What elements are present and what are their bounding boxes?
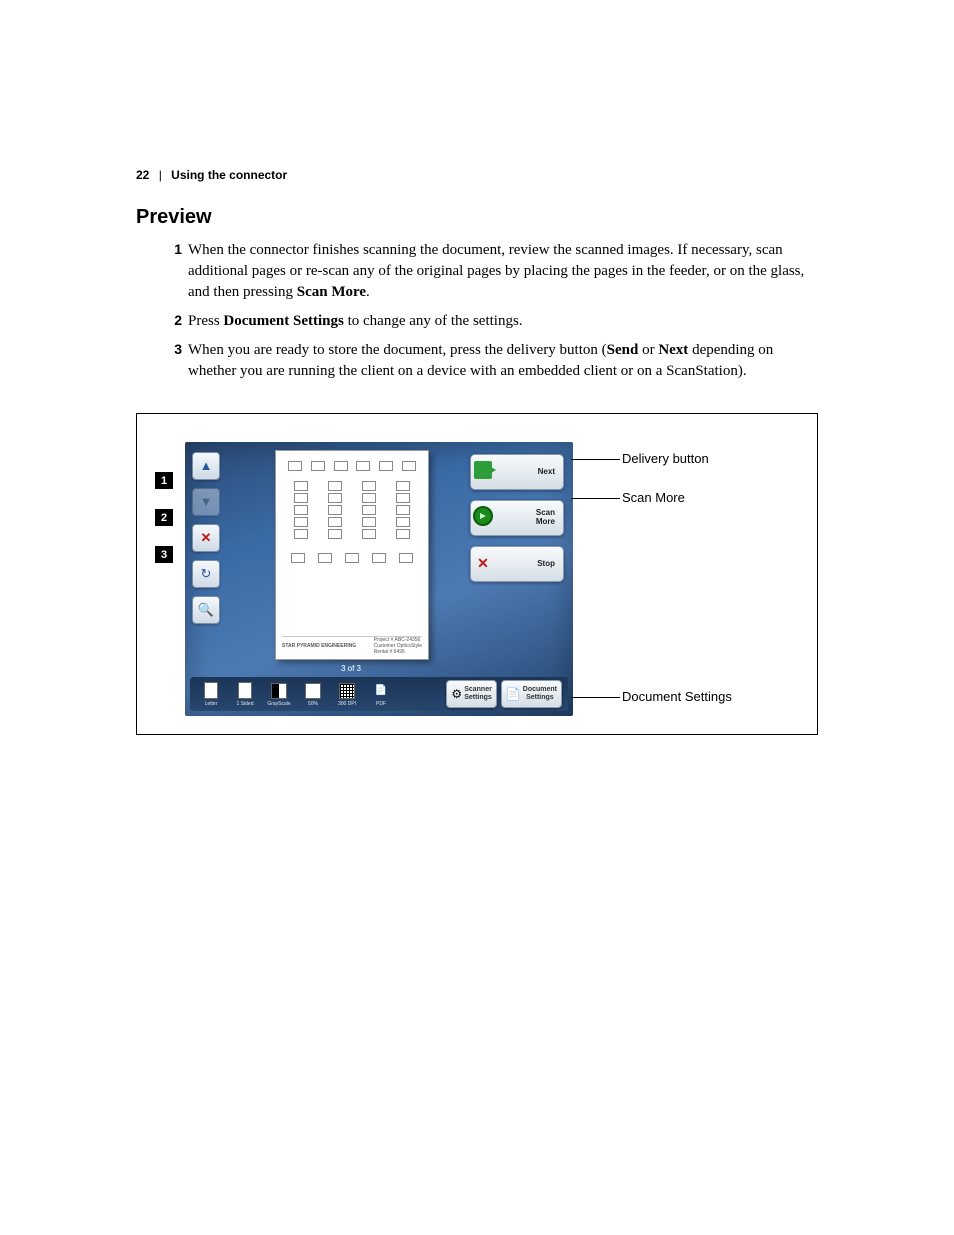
callout-delivery: Delivery button xyxy=(622,451,709,466)
scroll-up-button[interactable]: ▲ xyxy=(192,452,220,480)
document-icon: 📄 xyxy=(506,687,521,702)
floorplan-graphic xyxy=(284,459,420,631)
status-bar: Letter 1 Sided GrayScale 50% 300 DPI 📄 P… xyxy=(190,677,568,711)
callout-line-delivery xyxy=(571,459,620,460)
step-3-num: 3 xyxy=(160,340,188,382)
next-icon xyxy=(471,461,495,484)
scanner-settings-label: Scanner Settings xyxy=(464,686,492,701)
section-title: Preview xyxy=(136,206,212,229)
rotate-button[interactable]: ↻ xyxy=(192,560,220,588)
zoom-button[interactable]: 🔍 xyxy=(192,596,220,624)
callout-marker-2: 2 xyxy=(155,509,173,526)
scanner-icon: ⚙ xyxy=(451,687,462,702)
action-buttons: Next Scan More ✕ Stop xyxy=(470,454,566,592)
scanned-page-preview[interactable]: STAR PYRAMID ENGINEERING Project # ABC-2… xyxy=(275,450,429,660)
status-scale: 50% xyxy=(296,682,330,707)
header-separator: | xyxy=(159,168,162,182)
step-1-text: When the connector finishes scanning the… xyxy=(188,240,820,303)
page-number: 22 xyxy=(136,168,149,182)
page-header: 22 | Using the connector xyxy=(136,168,287,182)
callout-marker-3: 3 xyxy=(155,546,173,563)
page-counter: 3 of 3 xyxy=(275,664,427,673)
status-format: 📄 PDF xyxy=(364,682,398,707)
scroll-down-button[interactable]: ▼ xyxy=(192,488,220,516)
step-2: 2 Press Document Settings to change any … xyxy=(160,311,820,332)
step-3: 3 When you are ready to store the docume… xyxy=(160,340,820,382)
step-2-text: Press Document Settings to change any of… xyxy=(188,311,820,332)
delete-page-button[interactable]: ✕ xyxy=(192,524,220,552)
doc-company: STAR PYRAMID ENGINEERING xyxy=(282,643,356,649)
step-1-num: 1 xyxy=(160,240,188,303)
preview-tool-column: ▲ ▼ ✕ ↻ 🔍 xyxy=(192,452,220,632)
scan-more-label: Scan More xyxy=(495,509,563,527)
stop-icon: ✕ xyxy=(471,556,495,573)
next-button[interactable]: Next xyxy=(470,454,564,490)
status-color: GrayScale xyxy=(262,682,296,707)
next-label: Next xyxy=(495,468,563,477)
device-screen: ▲ ▼ ✕ ↻ 🔍 STAR PYRAMID ENGINEERING Proje… xyxy=(185,442,573,716)
steps-list: 1 When the connector finishes scanning t… xyxy=(160,240,820,390)
status-paper-size: Letter xyxy=(194,682,228,707)
step-2-num: 2 xyxy=(160,311,188,332)
callout-line-scanmore xyxy=(571,498,620,499)
callout-line-docsettings xyxy=(571,697,620,698)
scan-more-button[interactable]: Scan More xyxy=(470,500,564,536)
document-settings-label: Document Settings xyxy=(523,686,557,701)
figure-callout-markers: 1 2 3 xyxy=(155,472,173,583)
callout-scanmore: Scan More xyxy=(622,490,685,505)
stop-label: Stop xyxy=(495,560,563,569)
doc-footer: STAR PYRAMID ENGINEERING Project # ABC-2… xyxy=(282,636,422,655)
scanner-settings-button[interactable]: ⚙ Scanner Settings xyxy=(446,680,496,708)
callout-docsettings: Document Settings xyxy=(622,689,732,704)
step-3-text: When you are ready to store the document… xyxy=(188,340,820,382)
document-settings-button[interactable]: 📄 Document Settings xyxy=(501,680,562,708)
step-1: 1 When the connector finishes scanning t… xyxy=(160,240,820,303)
status-sides: 1 Sided xyxy=(228,682,262,707)
status-dpi: 300 DPI xyxy=(330,682,364,707)
callout-marker-1: 1 xyxy=(155,472,173,489)
scan-more-icon xyxy=(471,506,495,531)
stop-button[interactable]: ✕ Stop xyxy=(470,546,564,582)
header-section: Using the connector xyxy=(171,168,287,182)
